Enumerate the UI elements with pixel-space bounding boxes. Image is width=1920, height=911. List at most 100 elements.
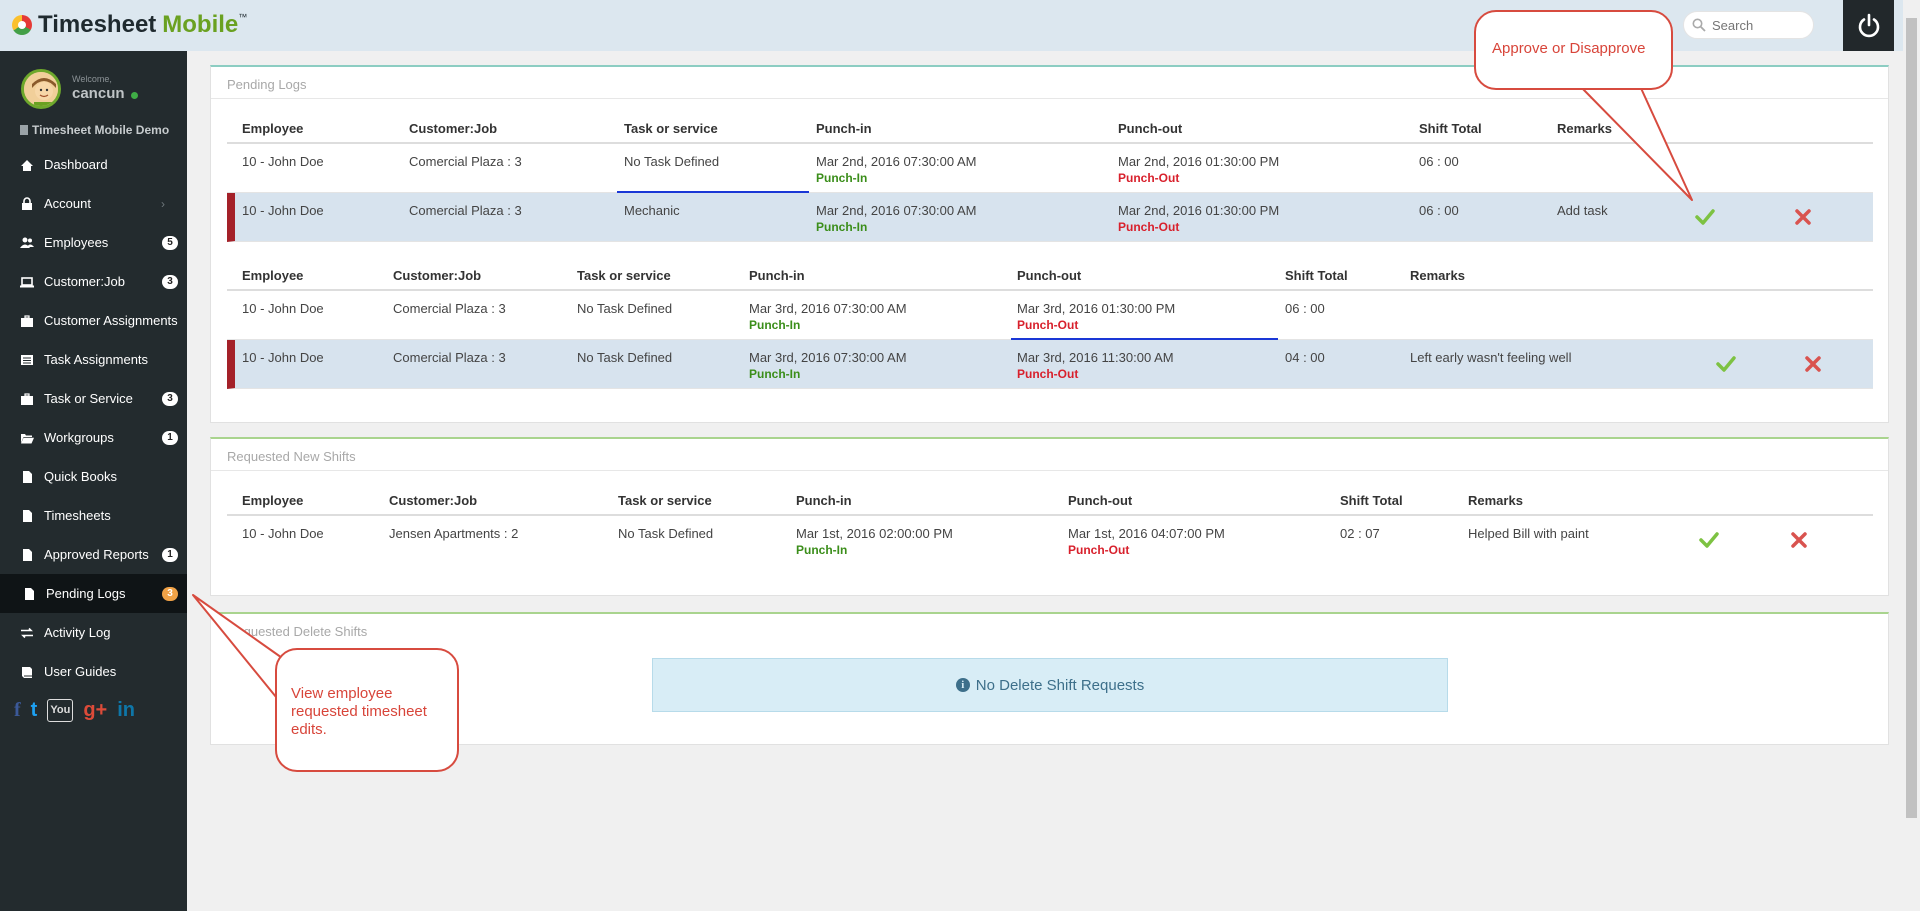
column-header: Employee [242, 493, 304, 508]
table-row: 10 - John Doe Jensen Apartments : 2 No T… [227, 516, 1873, 565]
punch-in-cell: Mar 3rd, 2016 07:30:00 AM [749, 301, 907, 316]
pending-logs-table-1: Employee Customer:Job Task or service Pu… [227, 106, 1873, 242]
task-cell: No Task Defined [577, 350, 673, 365]
panel-title: Requested Delete Shifts [227, 624, 368, 639]
count-badge: 1 [162, 548, 178, 562]
exchange-icon [21, 627, 33, 638]
requested-new-shifts-panel: Requested New Shifts Employee Customer:J… [210, 437, 1889, 596]
briefcase-icon [21, 314, 33, 327]
sidebar-item-approved-reports[interactable]: Approved Reports 1 [0, 535, 187, 574]
task-cell: No Task Defined [577, 301, 673, 316]
punch-in-cell: Mar 2nd, 2016 07:30:00 AM [816, 154, 977, 169]
facebook-icon[interactable]: f [14, 699, 21, 722]
punch-out-label: Punch-Out [1017, 318, 1079, 332]
sidebar-item-quick-books[interactable]: Quick Books [0, 457, 187, 496]
logout-button[interactable] [1843, 0, 1894, 51]
users-icon [20, 237, 34, 248]
sidebar-item-dashboard[interactable]: Dashboard [0, 145, 187, 184]
approve-check-icon[interactable] [1714, 352, 1738, 376]
employee-cell: 10 - John Doe [242, 203, 324, 218]
punch-in-label: Punch-In [749, 318, 801, 332]
table-header: Employee Customer:Job Task or service Pu… [227, 253, 1873, 291]
shift-total-cell: 06 : 00 [1285, 301, 1325, 316]
search-input[interactable] [1712, 17, 1807, 33]
logo-trademark: ™ [238, 12, 248, 22]
power-icon [1858, 13, 1879, 37]
count-badge: 3 [162, 275, 178, 289]
punch-in-cell: Mar 1st, 2016 02:00:00 PM [796, 526, 953, 541]
punch-out-label: Punch-Out [1017, 367, 1079, 381]
sidebar-item-pending-logs[interactable]: Pending Logs 3 [0, 574, 187, 613]
building-icon [20, 125, 28, 135]
username: cancun [72, 85, 125, 102]
sidebar: Welcome, cancun Timesheet Mobile Demo Da… [0, 51, 187, 911]
laptop-icon [20, 276, 34, 287]
approve-check-icon[interactable] [1693, 205, 1717, 229]
shift-total-cell: 04 : 00 [1285, 350, 1325, 365]
sidebar-item-account[interactable]: Account › [0, 184, 187, 223]
table-header: Employee Customer:Job Task or service Pu… [227, 106, 1873, 144]
sidebar-item-customer-assignments[interactable]: Customer Assignments [0, 301, 187, 340]
punch-out-cell: Mar 3rd, 2016 01:30:00 PM [1017, 301, 1176, 316]
scrollbar-thumb[interactable] [1906, 18, 1917, 818]
folder-open-icon [21, 433, 34, 443]
sidebar-item-task-assignments[interactable]: Task Assignments [0, 340, 187, 379]
punch-in-label: Punch-In [816, 171, 868, 185]
callout-text: Approve or Disapprove [1492, 40, 1646, 57]
twitter-icon[interactable]: t [31, 699, 38, 722]
column-header: Employee [242, 268, 304, 283]
google-plus-icon[interactable]: g+ [83, 699, 107, 722]
avatar[interactable] [21, 69, 61, 109]
sidebar-item-employees[interactable]: Employees 5 [0, 223, 187, 262]
youtube-icon[interactable]: You [47, 699, 74, 722]
panel-title: Requested New Shifts [211, 439, 1888, 471]
count-badge: 1 [162, 431, 178, 445]
column-header: Remarks [1557, 121, 1612, 136]
column-header: Shift Total [1285, 268, 1348, 283]
column-header: Punch-out [1118, 121, 1183, 136]
column-header: Task or service [618, 493, 712, 508]
column-header: Remarks [1468, 493, 1523, 508]
sidebar-item-label: Task Assignments [44, 352, 149, 367]
file-icon [23, 548, 32, 561]
pending-logs-panel: Pending Logs Employee Customer:Job Task … [210, 65, 1889, 423]
sidebar-item-label: Workgroups [44, 430, 114, 445]
count-badge: 3 [162, 392, 178, 406]
sidebar-item-workgroups[interactable]: Workgroups 1 [0, 418, 187, 457]
punch-in-label: Punch-In [816, 220, 868, 234]
job-cell: Comercial Plaza : 3 [409, 203, 522, 218]
punch-out-cell: Mar 1st, 2016 04:07:00 PM [1068, 526, 1225, 541]
approve-check-icon[interactable] [1697, 528, 1721, 552]
punch-out-label: Punch-Out [1118, 171, 1180, 185]
sidebar-item-activity-log[interactable]: Activity Log [0, 613, 187, 652]
job-cell: Comercial Plaza : 3 [409, 154, 522, 169]
punch-in-cell: Mar 2nd, 2016 07:30:00 AM [816, 203, 977, 218]
count-badge: 5 [162, 236, 178, 250]
sidebar-item-task-or-service[interactable]: Task or Service 3 [0, 379, 187, 418]
punch-out-cell: Mar 2nd, 2016 01:30:00 PM [1118, 154, 1280, 169]
task-cell: Mechanic [624, 203, 680, 218]
app-logo[interactable]: Timesheet Mobile ™ [12, 10, 247, 40]
punch-out-label: Punch-Out [1068, 543, 1130, 557]
column-header: Punch-in [796, 493, 852, 508]
reject-x-icon[interactable] [1787, 528, 1811, 552]
sidebar-nav: Dashboard Account › Employees 5 Customer… [0, 145, 187, 691]
column-header: Customer:Job [389, 493, 478, 508]
sidebar-item-customer-job[interactable]: Customer:Job 3 [0, 262, 187, 301]
punch-out-cell: Mar 3rd, 2016 11:30:00 AM [1017, 350, 1174, 365]
reject-x-icon[interactable] [1791, 205, 1815, 229]
shift-total-cell: 06 : 00 [1419, 203, 1459, 218]
column-header: Punch-in [749, 268, 805, 283]
sidebar-item-user-guides[interactable]: User Guides [0, 652, 187, 691]
requested-delete-shifts-panel: Requested Delete Shifts i No Delete Shif… [210, 612, 1889, 745]
remarks-cell: Left early wasn't feeling well [1410, 350, 1572, 365]
page-scrollbar[interactable] [1903, 0, 1920, 911]
employee-cell: 10 - John Doe [242, 526, 324, 541]
view-edits-callout: View employee requested timesheet edits. [275, 648, 459, 772]
briefcase-icon [21, 392, 33, 405]
linkedin-icon[interactable]: in [117, 699, 135, 722]
sidebar-item-timesheets[interactable]: Timesheets [0, 496, 187, 535]
search-box[interactable] [1683, 11, 1814, 39]
book-icon [22, 666, 32, 678]
reject-x-icon[interactable] [1801, 352, 1825, 376]
